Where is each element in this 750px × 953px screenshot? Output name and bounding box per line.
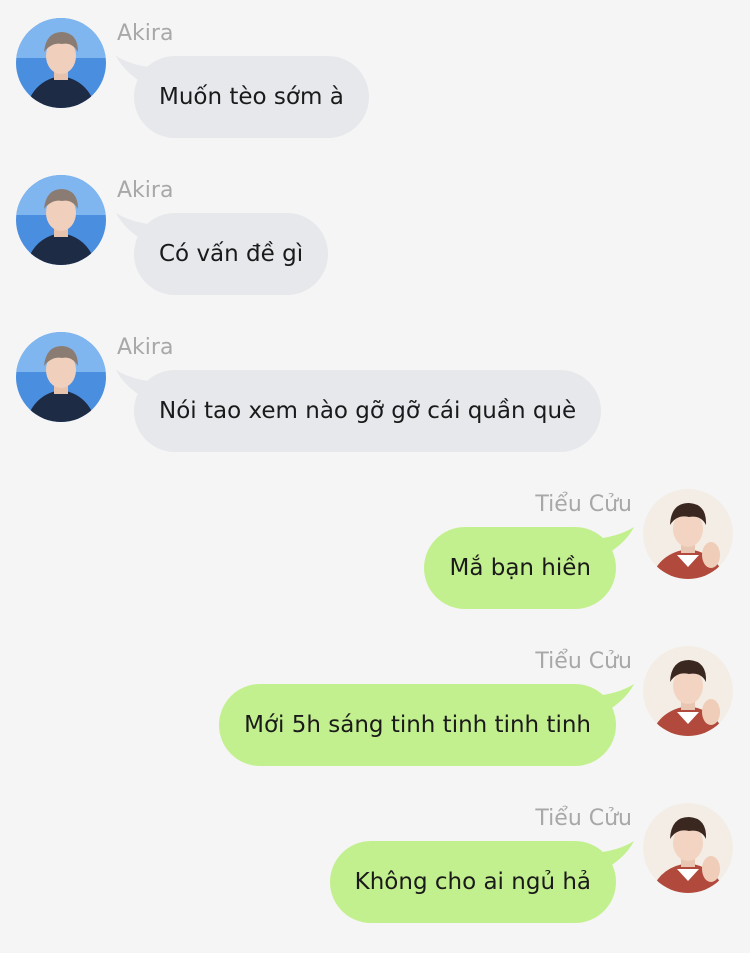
message-text: Muốn tèo sớm à xyxy=(134,56,369,138)
chat-thread: Akira Muốn tèo sớm à Akira Có vấn đề gì … xyxy=(0,0,750,945)
avatar-akira[interactable] xyxy=(16,18,106,108)
message-row: Akira Nói tao xem nào gỡ gỡ cái quần què xyxy=(0,332,750,482)
message-bubble[interactable]: Có vấn đề gì xyxy=(112,213,350,295)
sender-name: Akira xyxy=(117,335,174,360)
message-text: Nói tao xem nào gỡ gỡ cái quần què xyxy=(134,370,602,452)
message-row: Tiểu Cửu Mắ bạn hiền xyxy=(0,489,750,639)
sender-name: Tiểu Cửu xyxy=(535,806,632,831)
sender-name: Tiểu Cửu xyxy=(535,649,632,674)
sender-name: Akira xyxy=(117,178,174,203)
message-row: Tiểu Cửu Mới 5h sáng tinh tinh tinh tinh xyxy=(0,646,750,796)
message-text: Mắ bạn hiền xyxy=(424,527,616,609)
message-row: Tiểu Cửu Không cho ai ngủ hả xyxy=(0,803,750,953)
avatar-akira[interactable] xyxy=(16,332,106,422)
message-row: Akira Có vấn đề gì xyxy=(0,175,750,325)
message-bubble[interactable]: Muốn tèo sớm à xyxy=(112,56,391,138)
message-bubble[interactable]: Nói tao xem nào gỡ gỡ cái quần què xyxy=(112,370,623,452)
message-text: Có vấn đề gì xyxy=(134,213,329,295)
message-text: Mới 5h sáng tinh tinh tinh tinh xyxy=(219,684,616,766)
avatar-tieu-cuu[interactable] xyxy=(643,489,733,579)
avatar-tieu-cuu[interactable] xyxy=(643,803,733,893)
sender-name: Akira xyxy=(117,21,174,46)
avatar-tieu-cuu[interactable] xyxy=(643,646,733,736)
avatar-akira[interactable] xyxy=(16,175,106,265)
message-text: Không cho ai ngủ hả xyxy=(329,841,616,923)
message-bubble[interactable]: Không cho ai ngủ hả xyxy=(308,841,638,923)
message-bubble[interactable]: Mới 5h sáng tinh tinh tinh tinh xyxy=(197,684,638,766)
sender-name: Tiểu Cửu xyxy=(535,492,632,517)
message-row: Akira Muốn tèo sớm à xyxy=(0,18,750,168)
message-bubble[interactable]: Mắ bạn hiền xyxy=(402,527,638,609)
